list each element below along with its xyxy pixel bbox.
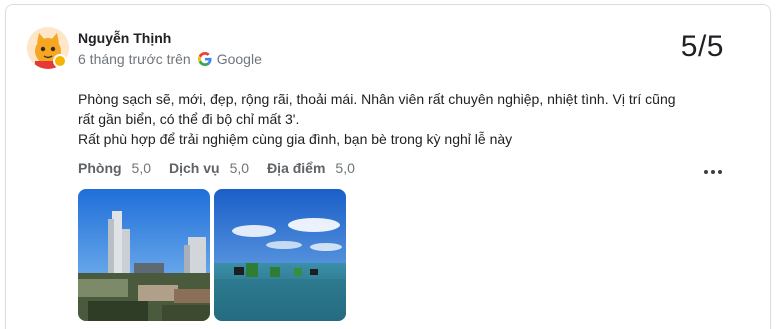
city-skyline-photo (78, 189, 210, 321)
local-guide-badge-icon (53, 54, 67, 68)
google-g-icon (197, 52, 212, 66)
author-name[interactable]: Nguyễn Thịnh (78, 30, 171, 46)
review-time: 6 tháng trước trên (78, 51, 191, 67)
category-ratings: Phòng 5,0 Dịch vụ 5,0 Địa điểm 5,0 (78, 160, 373, 176)
review-text: Phòng sạch sẽ, mới, đẹp, rộng rãi, thoải… (78, 89, 718, 149)
rating-value: 5,0 (131, 160, 152, 176)
review-text-line: Phòng sạch sẽ, mới, đẹp, rộng rãi, thoải… (78, 91, 676, 107)
rating-location: Địa điểm 5,0 (267, 160, 355, 176)
rating-label: Địa điểm (267, 160, 326, 176)
more-horizontal-icon (704, 170, 708, 174)
review-source: Google (216, 51, 262, 67)
more-horizontal-icon (718, 170, 722, 174)
review-text-line: Rất phù hợp để trải nghiệm cùng gia đình… (78, 131, 513, 147)
more-options-button[interactable] (700, 162, 726, 182)
rating-label: Dịch vụ (169, 160, 220, 176)
review-photo-city[interactable] (78, 189, 210, 321)
rating-room: Phòng 5,0 (78, 160, 151, 176)
review-meta: 6 tháng trước trên Google (78, 51, 262, 67)
review-score: 5/5 (680, 30, 724, 63)
review-text-line: rất gần biển, có thể đi bộ chỉ mất 3'. (78, 111, 300, 127)
rating-value: 5,0 (229, 160, 250, 176)
rating-value: 5,0 (335, 160, 355, 176)
rating-service: Dịch vụ 5,0 (169, 160, 249, 176)
sea-swimmers-photo (214, 189, 346, 321)
review-photo-sea[interactable] (214, 189, 346, 321)
more-horizontal-icon (711, 170, 715, 174)
rating-label: Phòng (78, 160, 122, 176)
